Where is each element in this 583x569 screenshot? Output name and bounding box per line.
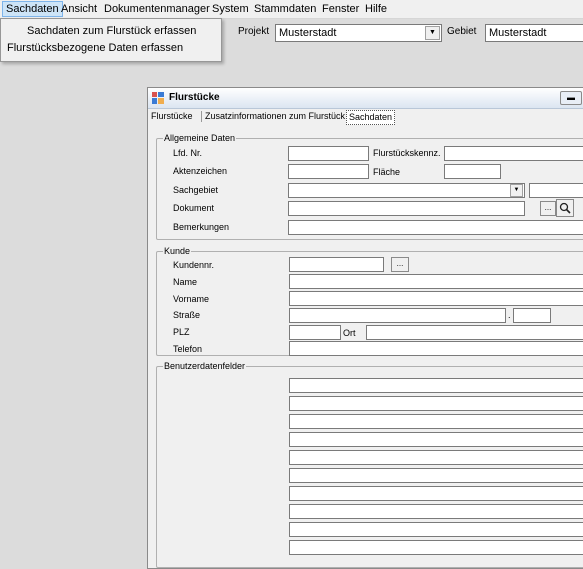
tab-flurstuecke[interactable]: Flurstücke — [151, 110, 193, 123]
sachgebiet-label: Sachgebiet — [173, 185, 219, 195]
flurstuecke-window: Flurstücke ▬ Flurstücke Zusatzinformatio… — [147, 87, 583, 569]
tab-zusatzinformationen[interactable]: Zusatzinformationen zum Flurstück — [205, 110, 345, 123]
strasse-field[interactable] — [289, 308, 506, 323]
benutzer-field-5[interactable] — [289, 450, 583, 465]
telefon-label: Telefon — [173, 344, 203, 354]
sachdaten-menu: Sachdaten zum Flurstück erfassen Flurstü… — [0, 18, 222, 62]
app-icon — [152, 92, 164, 104]
bemerkungen-label: Bemerkungen — [173, 222, 230, 232]
menu-system[interactable]: System — [208, 2, 253, 16]
gebiet-value: Musterstadt — [489, 27, 547, 39]
tab-sachdaten[interactable]: Sachdaten — [346, 110, 396, 125]
strasse-separator: . — [508, 310, 511, 320]
group-allgemeine-daten: Allgemeine Daten Lfd. Nr. Flurstückskenn… — [156, 132, 583, 240]
projekt-label: Projekt — [238, 26, 270, 37]
chevron-down-icon[interactable]: ▼ — [510, 184, 523, 197]
menu-item-sachdaten-zum-flurstueck[interactable]: Sachdaten zum Flurstück erfassen — [27, 23, 196, 39]
flaeche-label: Fläche — [373, 167, 401, 177]
flaeche-field[interactable] — [444, 164, 501, 179]
vorname-field[interactable] — [289, 291, 583, 306]
aktenzeichen-label: Aktenzeichen — [173, 166, 228, 176]
flurstueckskennz-field[interactable] — [444, 146, 583, 161]
projekt-select[interactable]: Musterstadt ▼ — [275, 24, 442, 42]
plz-label: PLZ — [173, 327, 190, 337]
minimize-icon[interactable]: ▬ — [560, 91, 582, 105]
window-title: Flurstücke — [169, 92, 220, 103]
projekt-value: Musterstadt — [279, 27, 337, 39]
group-title-allgemeine-daten: Allgemeine Daten — [163, 132, 237, 144]
name-label: Name — [173, 277, 198, 287]
group-benutzerdatenfelder: Benutzerdatenfelder — [156, 360, 583, 568]
menu-item-flurstuecksbezogene-daten[interactable]: Flurstücksbezogene Daten erfassen — [7, 40, 183, 56]
lfd-nr-field[interactable] — [288, 146, 369, 161]
hausnummer-field[interactable] — [513, 308, 551, 323]
ort-field[interactable] — [366, 325, 583, 340]
sachgebiet-select[interactable]: ▼ — [288, 183, 525, 198]
gebiet-label: Gebiet — [447, 26, 477, 37]
magnifier-icon[interactable] — [556, 199, 574, 217]
benutzer-field-8[interactable] — [289, 504, 583, 519]
chevron-down-icon[interactable]: ▼ — [425, 26, 440, 40]
menu-dokumentenmanager[interactable]: Dokumentenmanager — [100, 2, 214, 16]
tab-divider — [201, 111, 202, 122]
telefon-field[interactable] — [289, 341, 583, 356]
lfd-nr-label: Lfd. Nr. — [173, 148, 203, 158]
menu-hilfe[interactable]: Hilfe — [361, 2, 391, 16]
kundennr-label: Kundennr. — [173, 260, 215, 270]
flurstueckskennz-label: Flurstückskennz. — [373, 148, 441, 158]
benutzer-field-2[interactable] — [289, 396, 583, 411]
benutzer-field-7[interactable] — [289, 486, 583, 501]
gebiet-select[interactable]: Musterstadt — [485, 24, 583, 42]
bemerkungen-field[interactable] — [288, 220, 583, 235]
benutzer-field-10[interactable] — [289, 540, 583, 555]
group-title-kunde: Kunde — [163, 245, 192, 257]
menu-ansicht[interactable]: Ansicht — [57, 2, 101, 16]
benutzer-field-6[interactable] — [289, 468, 583, 483]
benutzer-field-3[interactable] — [289, 414, 583, 429]
ort-label: Ort — [343, 328, 356, 338]
aktenzeichen-field[interactable] — [288, 164, 369, 179]
benutzer-field-9[interactable] — [289, 522, 583, 537]
strasse-label: Straße — [173, 310, 201, 320]
benutzer-field-1[interactable] — [289, 378, 583, 393]
group-title-benutzerdatenfelder: Benutzerdatenfelder — [163, 360, 247, 372]
dokument-label: Dokument — [173, 203, 215, 213]
menu-bar: Sachdaten Ansicht Dokumentenmanager Syst… — [0, 0, 583, 19]
vorname-label: Vorname — [173, 294, 210, 304]
sachgebiet-code-field[interactable] — [529, 183, 583, 198]
kunde-browse-button[interactable]: ... — [391, 257, 409, 272]
plz-field[interactable] — [289, 325, 341, 340]
menu-sachdaten[interactable]: Sachdaten — [2, 1, 63, 17]
menu-stammdaten[interactable]: Stammdaten — [250, 2, 320, 16]
kundennr-field[interactable] — [289, 257, 384, 272]
name-field[interactable] — [289, 274, 583, 289]
group-kunde: Kunde Kundennr. ... Name Vorname Straße … — [156, 245, 583, 356]
benutzer-field-4[interactable] — [289, 432, 583, 447]
dokument-field[interactable] — [288, 201, 525, 216]
dokument-browse-button[interactable]: ... — [540, 201, 556, 216]
menu-fenster[interactable]: Fenster — [318, 2, 363, 16]
window-titlebar[interactable]: Flurstücke ▬ — [148, 88, 583, 109]
